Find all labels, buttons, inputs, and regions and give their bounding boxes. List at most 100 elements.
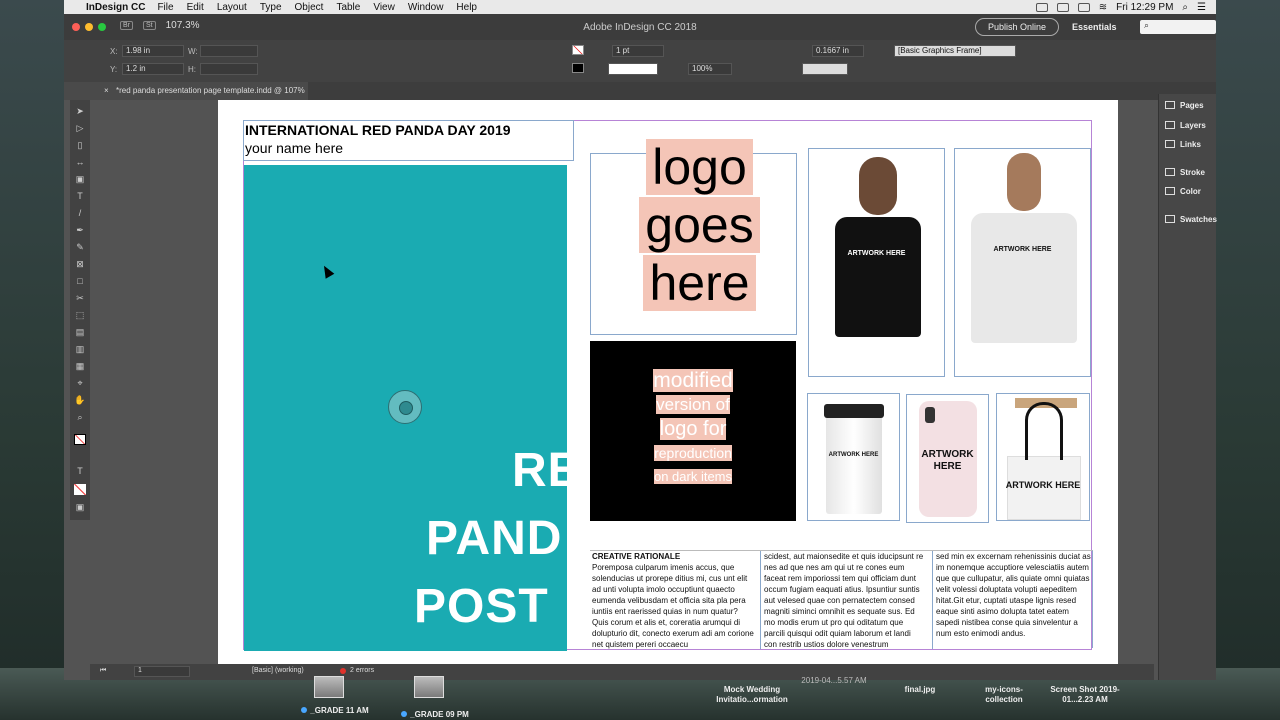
desktop-item-final-jpg[interactable]: final.jpg: [884, 685, 956, 695]
panel-layers[interactable]: Layers: [1165, 118, 1206, 132]
wifi-icon[interactable]: ≋: [1099, 2, 1107, 13]
desktop-item-grade-11[interactable]: _GRADE 11 AM: [290, 706, 380, 716]
gradient-tool-icon[interactable]: ▤: [74, 327, 86, 338]
grade-09-thumb[interactable]: [414, 676, 444, 698]
publish-online-button[interactable]: Publish Online: [975, 18, 1059, 36]
w-label: W:: [188, 47, 198, 56]
preflight-profile[interactable]: [Basic] (working): [252, 667, 304, 674]
menu-object[interactable]: Object: [295, 2, 324, 13]
pen-tool-icon[interactable]: ✒: [74, 225, 86, 236]
scale-field[interactable]: 100%: [688, 63, 732, 75]
stroke-type-dropdown[interactable]: [608, 63, 658, 75]
free-transform-tool-icon[interactable]: ⬚: [74, 310, 86, 321]
dark-logo-frame[interactable]: modified version of logo for reproductio…: [590, 341, 796, 521]
rectangle-tool-icon[interactable]: □: [74, 276, 86, 287]
page-subtitle[interactable]: your name here: [245, 140, 343, 156]
menu-help[interactable]: Help: [456, 2, 477, 13]
desktop-item-grade-09[interactable]: _GRADE 09 PM: [390, 710, 480, 720]
height-field[interactable]: [200, 63, 258, 75]
fill-stroke-icon[interactable]: [74, 434, 86, 445]
fitting-dropdown[interactable]: [802, 63, 848, 75]
page-number-field[interactable]: 1: [134, 666, 190, 677]
menu-edit[interactable]: Edit: [187, 2, 204, 13]
menu-view[interactable]: View: [373, 2, 395, 13]
type-tool-icon[interactable]: T: [74, 191, 86, 202]
black-tshirt-frame[interactable]: ARTWORK HERE: [808, 148, 945, 377]
menu-file[interactable]: File: [157, 2, 173, 13]
stroke-weight-field[interactable]: 1 pt: [612, 45, 664, 57]
eyedropper-tool-icon[interactable]: ⌖: [74, 378, 86, 389]
note-tool-icon[interactable]: ▦: [74, 361, 86, 372]
direct-selection-tool-icon[interactable]: ▷: [74, 123, 86, 134]
menu-table[interactable]: Table: [336, 2, 360, 13]
page-tool-icon[interactable]: ▯: [74, 140, 86, 151]
selection-tool-icon[interactable]: ➤: [74, 106, 86, 117]
first-page-icon[interactable]: ⏮: [100, 667, 106, 675]
poster-frame[interactable]: RE PAND POST: [244, 165, 567, 651]
search-input[interactable]: ⌕: [1140, 20, 1216, 34]
desktop-item-screenshot[interactable]: Screen Shot 2019-01...2.23 AM: [1040, 685, 1130, 705]
preflight-errors[interactable]: 2 errors: [350, 667, 374, 674]
rationale-frame[interactable]: CREATIVE RATIONALE Poremposa culparum im…: [590, 550, 1093, 649]
scissors-tool-icon[interactable]: ✂: [74, 293, 86, 304]
links-icon: [1165, 140, 1175, 148]
h-label: H:: [188, 65, 196, 74]
dark-line-5-text: on dark items: [653, 469, 733, 484]
content-collector-icon[interactable]: ▣: [74, 174, 86, 185]
menu-type[interactable]: Type: [260, 2, 282, 13]
menu-list-icon[interactable]: ☰: [1197, 2, 1206, 13]
rectangle-frame-tool-icon[interactable]: ⊠: [74, 259, 86, 270]
logo-line-1-text: logo: [646, 139, 753, 195]
pencil-tool-icon[interactable]: ✎: [74, 242, 86, 253]
display-icon[interactable]: [1035, 2, 1048, 12]
menu-app-name[interactable]: InDesign CC: [86, 2, 145, 13]
clock[interactable]: Fri 12:29 PM: [1116, 2, 1173, 13]
panel-pages[interactable]: Pages: [1165, 98, 1204, 112]
content-grabber-icon[interactable]: [388, 390, 422, 424]
battery-icon[interactable]: [1077, 2, 1090, 12]
menu-layout[interactable]: Layout: [217, 2, 247, 13]
document-tab[interactable]: × *red panda presentation page template.…: [64, 82, 308, 100]
line-tool-icon[interactable]: /: [74, 208, 86, 219]
spotlight-icon[interactable]: ⌕: [1182, 2, 1188, 13]
black-tshirt-shape: [835, 217, 921, 337]
mug-frame[interactable]: ARTWORK HERE: [807, 393, 900, 521]
panel-swatches[interactable]: Swatches: [1165, 212, 1217, 226]
fill-swatch-icon[interactable]: [572, 45, 584, 55]
x-field[interactable]: 1.98 in: [122, 45, 184, 57]
stroke-swatch-icon[interactable]: [572, 63, 584, 73]
workspace-switcher[interactable]: Essentials: [1072, 22, 1117, 32]
hand-tool-icon[interactable]: ✋: [74, 395, 86, 406]
dark-line-1: modified: [590, 369, 796, 393]
logo-frame[interactable]: logo goes here: [590, 139, 797, 335]
y-field[interactable]: 1.2 in: [122, 63, 184, 75]
panel-stroke[interactable]: Stroke: [1165, 165, 1205, 179]
offset-field[interactable]: 0.1667 in: [812, 45, 864, 57]
grade-11-thumb[interactable]: [314, 676, 344, 698]
airplay-icon[interactable]: [1056, 2, 1069, 12]
phone-case-frame[interactable]: ARTWORK HERE: [906, 394, 989, 523]
menu-window[interactable]: Window: [408, 2, 444, 13]
zoom-tool-icon[interactable]: ⌕: [74, 412, 86, 423]
apply-none-icon[interactable]: [74, 484, 86, 495]
screen-mode-icon[interactable]: ▣: [74, 502, 86, 513]
gap-tool-icon[interactable]: ↔: [74, 157, 86, 168]
dark-line-1-text: modified: [653, 369, 733, 392]
dark-line-3-text: logo for: [659, 418, 727, 440]
formatting-container-icon[interactable]: T: [74, 466, 86, 477]
white-tshirt-frame[interactable]: ARTWORK HERE: [954, 148, 1091, 377]
panel-color[interactable]: Color: [1165, 184, 1201, 198]
tote-bag-frame[interactable]: ARTWORK HERE: [996, 393, 1090, 521]
close-tab-icon[interactable]: ×: [104, 82, 109, 100]
desktop-item-icons[interactable]: my-icons-collection: [968, 685, 1040, 705]
panel-pages-label: Pages: [1180, 100, 1204, 110]
desktop-item-mock-wedding[interactable]: Mock Wedding Invitatio...ormation: [704, 685, 800, 705]
object-style-dropdown[interactable]: [Basic Graphics Frame]: [894, 45, 1016, 57]
panel-links[interactable]: Links: [1165, 137, 1201, 151]
page-title[interactable]: INTERNATIONAL RED PANDA DAY 2019: [245, 122, 511, 138]
gradient-feather-icon[interactable]: ▥: [74, 344, 86, 355]
artwork-label-tote: ARTWORK HERE: [1005, 480, 1081, 490]
rationale-col-2-text: scidest, aut maionsedite et quis iducips…: [764, 552, 924, 649]
dark-line-5: on dark items: [590, 465, 796, 489]
width-field[interactable]: [200, 45, 258, 57]
